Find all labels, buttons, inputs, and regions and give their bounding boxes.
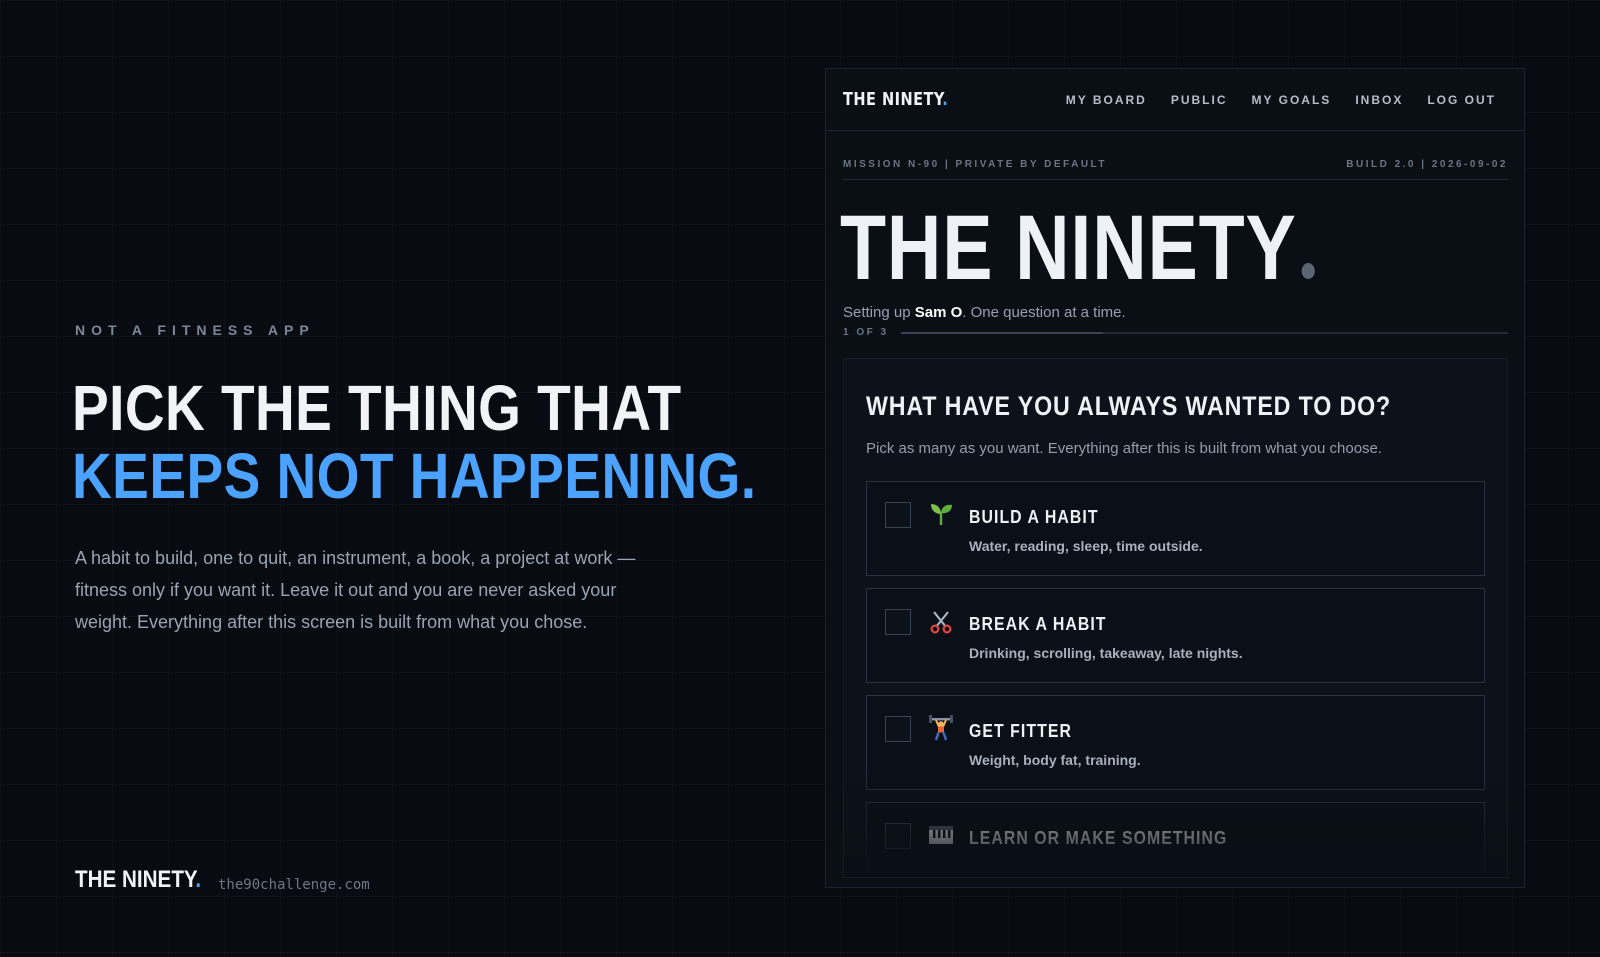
nav-log-out[interactable]: LOG OUT [1427, 93, 1496, 107]
option-learn-or-make-something[interactable]: LEARN OR MAKE SOMETHING [866, 802, 1485, 877]
option-checkbox[interactable] [885, 502, 911, 528]
page-title-text: THE NINETY [840, 197, 1297, 299]
hero-headline: PICK THE THING THAT KEEPS NOT HAPPENING. [72, 372, 757, 512]
option-break-a-habit[interactable]: BREAK A HABIT Drinking, scrolling, takea… [866, 588, 1485, 683]
headline-line-1: PICK THE THING THAT [72, 372, 682, 444]
option-title: GET FITTER [969, 721, 1072, 741]
headline-line-2: KEEPS NOT HAPPENING. [72, 440, 757, 512]
footer-logo-text: THE NINETY [75, 866, 196, 893]
option-description: Water, reading, sleep, time outside. [969, 538, 1203, 554]
setup-status: Setting up Sam O. One question at a time… [843, 304, 1524, 321]
top-nav: THE NINETY. MY BOARD PUBLIC MY GOALS INB… [826, 69, 1524, 131]
progress-fill [900, 331, 1103, 334]
scissors-icon [927, 607, 955, 635]
footer-logo: THE NINETY. [75, 866, 201, 894]
progress-track [900, 331, 1508, 334]
page-title: THE NINETY [840, 202, 1401, 294]
option-checkbox[interactable] [885, 609, 911, 635]
setup-prefix: Setting up [843, 304, 915, 321]
user-name: Sam O [914, 304, 963, 321]
option-description: Drinking, scrolling, takeaway, late nigh… [969, 645, 1243, 661]
meta-mission: MISSION N-90 | PRIVATE BY DEFAULT [843, 159, 1108, 170]
seedling-icon [927, 500, 955, 528]
progress-indicator: 1 OF 3 [843, 327, 1508, 338]
nav-my-goals[interactable]: MY GOALS [1252, 93, 1332, 107]
footer-url: the90challenge.com [218, 877, 370, 893]
nav-public[interactable]: PUBLIC [1171, 93, 1228, 107]
title-dot-icon [1301, 263, 1315, 279]
app-logo[interactable]: THE NINETY. [843, 89, 948, 110]
weightlifter-icon [927, 714, 955, 742]
option-title: LEARN OR MAKE SOMETHING [969, 828, 1228, 848]
page: NOT A FITNESS APP PICK THE THING THAT KE… [0, 0, 1600, 957]
option-checkbox[interactable] [885, 716, 911, 742]
app-preview-panel: THE NINETY. MY BOARD PUBLIC MY GOALS INB… [825, 68, 1525, 888]
nav-inbox[interactable]: INBOX [1355, 93, 1403, 107]
question-title: WHAT HAVE YOU ALWAYS WANTED TO DO? [866, 391, 1392, 421]
option-description: Weight, body fat, training. [969, 752, 1141, 768]
nav-menu: MY BOARD PUBLIC MY GOALS INBOX LOG OUT [1066, 93, 1496, 107]
setup-suffix: . One question at a time. [962, 304, 1126, 321]
piano-icon [927, 821, 955, 849]
hero-description: A habit to build, one to quit, an instru… [75, 548, 636, 632]
eyebrow-label: NOT A FITNESS APP [75, 322, 315, 338]
footer-logo-dot: . [195, 866, 202, 893]
question-subtitle: Pick as many as you want. Everything aft… [866, 440, 1383, 457]
option-checkbox[interactable] [885, 823, 911, 849]
option-title: BUILD A HABIT [969, 507, 1099, 527]
option-title: BREAK A HABIT [969, 614, 1107, 634]
option-build-a-habit[interactable]: BUILD A HABIT Water, reading, sleep, tim… [866, 481, 1485, 576]
app-logo-dot: . [942, 89, 949, 110]
nav-my-board[interactable]: MY BOARD [1066, 93, 1147, 107]
app-logo-text: THE NINETY [843, 89, 943, 110]
option-get-fitter[interactable]: GET FITTER Weight, body fat, training. [866, 695, 1485, 790]
meta-build: BUILD 2.0 | 2026-09-02 [1346, 159, 1508, 170]
option-list: BUILD A HABIT Water, reading, sleep, tim… [866, 481, 1485, 877]
meta-bar: MISSION N-90 | PRIVATE BY DEFAULT BUILD … [843, 159, 1508, 180]
progress-label: 1 OF 3 [843, 327, 889, 338]
question-card: WHAT HAVE YOU ALWAYS WANTED TO DO? Pick … [843, 358, 1508, 878]
